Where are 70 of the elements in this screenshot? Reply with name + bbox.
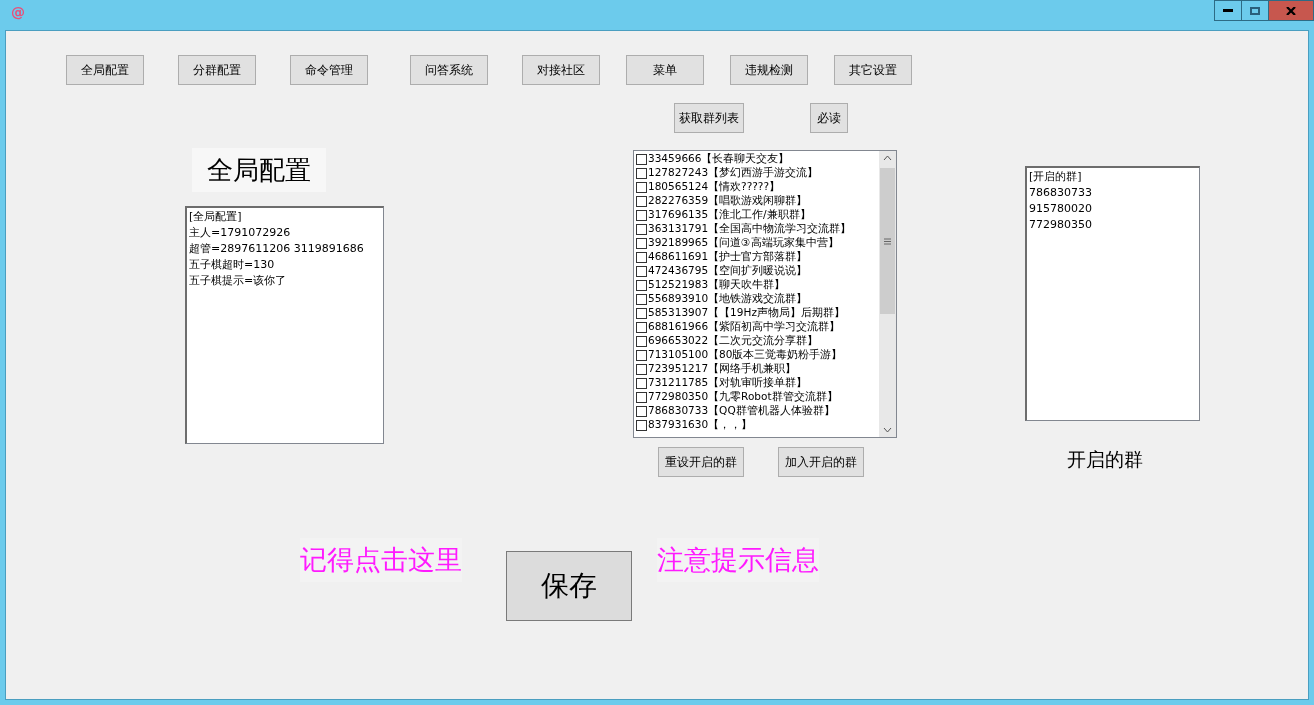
checkbox[interactable] xyxy=(636,167,647,179)
tab-button[interactable]: 违规检测 xyxy=(730,55,808,85)
group-item[interactable]: 772980350【九零Robot群管交流群】 xyxy=(634,390,879,404)
app-icon: @ xyxy=(11,4,25,20)
group-item[interactable]: 585313907【【19Hz声物局】后期群】 xyxy=(634,306,879,320)
group-item[interactable]: 556893910【地铁游戏交流群】 xyxy=(634,292,879,306)
checkbox[interactable] xyxy=(636,419,647,431)
checkbox[interactable] xyxy=(636,153,647,165)
scroll-up-icon xyxy=(883,155,892,161)
checkbox[interactable] xyxy=(636,195,647,207)
config-textbox[interactable]: [全局配置] 主人=1791072926 超管=2897611206 3119891686 五子棋超时=130 五子棋提示=该你了 xyxy=(185,206,384,444)
scroll-down-icon xyxy=(883,427,892,433)
scroll-thumb[interactable] xyxy=(880,168,895,314)
enabled-groups-label: 开启的群 xyxy=(1066,447,1144,472)
checkbox[interactable] xyxy=(636,251,647,263)
tab-button[interactable]: 命令管理 xyxy=(290,55,368,85)
list-button[interactable]: 加入开启的群 xyxy=(778,447,864,477)
section-title: 全局配置 xyxy=(192,148,326,192)
group-item[interactable]: 33459666【长春聊天交友】 xyxy=(634,152,879,166)
checkbox[interactable] xyxy=(636,237,647,249)
checkbox[interactable] xyxy=(636,209,647,221)
group-item[interactable]: 282276359【唱歌游戏闲聊群】 xyxy=(634,194,879,208)
group-item[interactable]: 837931630【，，】 xyxy=(634,418,879,432)
checkbox[interactable] xyxy=(636,223,647,235)
group-item[interactable]: 713105100【80版本三觉毒奶粉手游】 xyxy=(634,348,879,362)
tab-button[interactable]: 其它设置 xyxy=(834,55,912,85)
tab-button[interactable]: 对接社区 xyxy=(522,55,600,85)
checkbox[interactable] xyxy=(636,307,647,319)
grip-icon xyxy=(884,237,891,245)
close-icon xyxy=(1286,6,1296,15)
group-item[interactable]: 127827243【梦幻西游手游交流】 xyxy=(634,166,879,180)
group-item[interactable]: 317696135【淮北工作/兼职群】 xyxy=(634,208,879,222)
close-button[interactable] xyxy=(1268,0,1314,21)
checkbox[interactable] xyxy=(636,349,647,361)
tab-button[interactable]: 分群配置 xyxy=(178,55,256,85)
group-item[interactable]: 363131791【全国高中物流学习交流群】 xyxy=(634,222,879,236)
maximize-icon xyxy=(1250,6,1260,15)
group-item[interactable]: 512521983【聊天吹牛群】 xyxy=(634,278,879,292)
group-list[interactable] xyxy=(633,150,897,438)
tab-button[interactable]: 菜单 xyxy=(626,55,704,85)
checkbox[interactable] xyxy=(636,363,647,375)
checkbox[interactable] xyxy=(636,377,647,389)
scrollbar[interactable] xyxy=(879,151,896,437)
group-item[interactable]: 786830733【QQ群管机器人体验群】 xyxy=(634,404,879,418)
group-item[interactable]: 392189965【问道③高端玩家集中营】 xyxy=(634,236,879,250)
tab-button[interactable]: 问答系统 xyxy=(410,55,488,85)
group-item[interactable]: 723951217【网络手机兼职】 xyxy=(634,362,879,376)
group-item[interactable]: 468611691【护士官方部落群】 xyxy=(634,250,879,264)
list-button[interactable]: 重设开启的群 xyxy=(658,447,744,477)
group-item[interactable]: 180565124【情欢?????】 xyxy=(634,180,879,194)
save-button[interactable]: 保存 xyxy=(506,551,632,621)
group-item[interactable]: 472436795【空间扩列暖说说】 xyxy=(634,264,879,278)
group-item[interactable]: 731211785【对轨审听接单群】 xyxy=(634,376,879,390)
enabled-groups-textbox[interactable]: [开启的群] 786830733 915780020 772980350 xyxy=(1025,166,1200,421)
checkbox[interactable] xyxy=(636,181,647,193)
maximize-button[interactable] xyxy=(1241,0,1269,21)
checkbox[interactable] xyxy=(636,279,647,291)
minimize-icon xyxy=(1223,8,1233,13)
checkbox[interactable] xyxy=(636,293,647,305)
toolbar-button[interactable]: 获取群列表 xyxy=(674,103,744,133)
tab-button[interactable]: 全局配置 xyxy=(66,55,144,85)
toolbar-button[interactable]: 必读 xyxy=(810,103,848,133)
minimize-button[interactable] xyxy=(1214,0,1242,21)
checkbox[interactable] xyxy=(636,321,647,333)
checkbox[interactable] xyxy=(636,391,647,403)
group-item[interactable]: 688161966【紫陌初高中学习交流群】 xyxy=(634,320,879,334)
checkbox[interactable] xyxy=(636,265,647,277)
checkbox[interactable] xyxy=(636,405,647,417)
group-item[interactable]: 696653022【二次元交流分享群】 xyxy=(634,334,879,348)
checkbox[interactable] xyxy=(636,335,647,347)
